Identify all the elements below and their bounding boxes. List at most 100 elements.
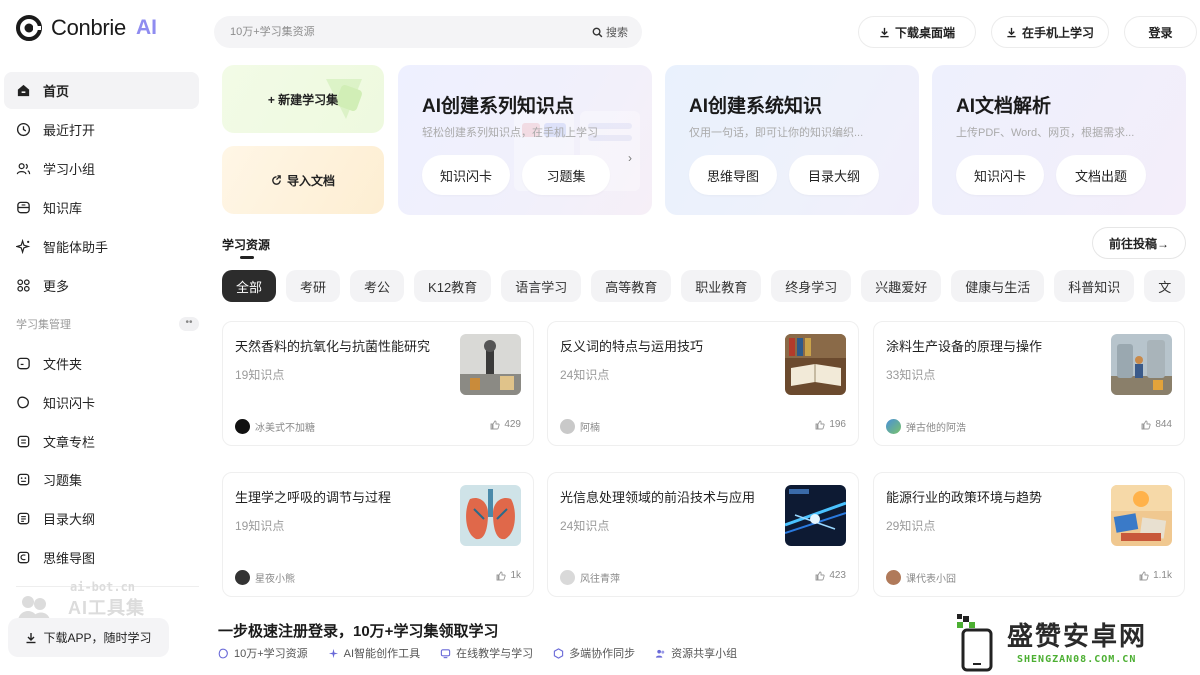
resource-author[interactable]: 风往青萍: [560, 570, 620, 585]
grid-icon: [17, 279, 30, 292]
nav-item-mindmap[interactable]: 思维导图: [4, 539, 199, 576]
resource-count: 19知识点: [235, 368, 285, 382]
go-post-button[interactable]: 前往投稿→: [1092, 227, 1186, 259]
flashcard-button[interactable]: 知识闪卡: [422, 155, 510, 195]
like-count: 423: [829, 570, 846, 581]
category-tab[interactable]: K12教育: [414, 270, 492, 302]
nav-item-more[interactable]: 更多: [4, 267, 199, 304]
resource-card[interactable]: 生理学之呼吸的调节与过程 19知识点 星夜小熊 1k: [222, 472, 534, 597]
users-icon: [16, 163, 31, 175]
download-icon: [880, 27, 889, 37]
promo-feature: 资源共享小组: [655, 645, 737, 661]
category-tab[interactable]: 健康与生活: [951, 270, 1045, 302]
sparkle-icon: [16, 239, 31, 254]
outline-button[interactable]: 目录大纲: [789, 155, 879, 195]
promo-feature-label: 多端协作同步: [569, 648, 636, 660]
section-more-button[interactable]: ••: [179, 317, 199, 331]
like-count: 1.1k: [1153, 570, 1172, 581]
download-icon: [1007, 27, 1016, 37]
nav-item-article[interactable]: 文章专栏: [4, 423, 199, 460]
download-desktop-button[interactable]: 下载桌面端: [858, 16, 976, 48]
resource-thumbnail: [1111, 485, 1172, 546]
resource-thumbnail: [460, 485, 521, 546]
category-tab[interactable]: 职业教育: [681, 270, 762, 302]
group-icon: [655, 649, 665, 658]
nav-item-knowledge-base[interactable]: 知识库: [4, 189, 199, 226]
category-tabs: 全部 考研 考公 K12教育 语言学习 高等教育 职业教育 终身学习 兴趣爱好 …: [222, 270, 1186, 302]
logo[interactable]: Conbrie AI: [15, 14, 157, 42]
resource-likes: 1k: [496, 570, 521, 581]
set-management-nav: 文件夹 知识闪卡 文章专栏 习题集 目录大纲 思维导图: [4, 345, 199, 578]
nav-item-agent[interactable]: 智能体助手: [4, 228, 199, 265]
category-tab[interactable]: 考研: [286, 270, 341, 302]
search-button[interactable]: 搜索: [592, 24, 628, 40]
feature-subtitle: 上传PDF、Word、网页，根据需求...: [956, 127, 1135, 139]
feature-card-system-knowledge[interactable]: AI创建系统知识 仅用一句话，即可让你的知识编织... 思维导图 目录大纲: [665, 65, 919, 215]
resource-card[interactable]: 光信息处理领域的前沿技术与应用 24知识点 风往青萍 423: [547, 472, 859, 597]
download-app-button[interactable]: 下载APP，随时学习: [8, 618, 169, 657]
category-tab[interactable]: 语言学习: [501, 270, 582, 302]
nav-label: 知识库: [43, 201, 83, 216]
doc-quiz-button[interactable]: 文档出题: [1056, 155, 1146, 195]
resource-author[interactable]: 冰美式不加糖: [235, 419, 315, 434]
mindmap-button[interactable]: 思维导图: [689, 155, 777, 195]
promo-feature: 10万+学习资源: [218, 645, 308, 661]
like-icon: [815, 420, 825, 429]
nav-item-quiz[interactable]: 习题集: [4, 461, 199, 498]
category-tab[interactable]: 科普知识: [1054, 270, 1135, 302]
nav-item-recent[interactable]: 最近打开: [4, 111, 199, 148]
main-nav: 首页 最近打开 学习小组 知识库 智能体助手 更多: [4, 72, 199, 306]
flashcard-button[interactable]: 知识闪卡: [956, 155, 1044, 195]
watermark-shengzan: 盛赞安卓网 SHENGZAN08.COM.CN: [955, 612, 1195, 672]
chevron-right-icon[interactable]: ›: [628, 151, 644, 175]
watermark-cn: 盛赞安卓网: [1007, 621, 1148, 651]
login-button[interactable]: 登录: [1124, 16, 1197, 48]
resource-count: 24知识点: [560, 368, 610, 382]
resources-title[interactable]: 学习资源: [222, 236, 270, 253]
resource-likes: 423: [815, 570, 846, 581]
logo-ai-badge: AI: [135, 16, 157, 39]
resource-card[interactable]: 能源行业的政策环境与趋势 29知识点 课代表小囧 1.1k: [873, 472, 1185, 597]
category-tab[interactable]: 高等教育: [591, 270, 672, 302]
nav-item-outline[interactable]: 目录大纲: [4, 500, 199, 537]
resource-icon: [218, 648, 228, 658]
category-tab-all[interactable]: 全部: [222, 270, 277, 302]
section-head-set-management: 学习集管理 ••: [16, 316, 199, 332]
outline-icon: [17, 512, 30, 525]
category-tab[interactable]: 兴趣爱好: [861, 270, 942, 302]
resource-author[interactable]: 课代表小囧: [886, 570, 956, 585]
resource-card[interactable]: 涂料生产设备的原理与操作 33知识点 弹古他的阿浩 844: [873, 321, 1185, 446]
import-document-card[interactable]: 导入文档: [222, 146, 384, 214]
download-app-label: 下载APP，随时学习: [43, 631, 152, 645]
avatar: [886, 419, 901, 434]
search-button-label: 搜索: [606, 27, 628, 39]
nav-item-home[interactable]: 首页: [4, 72, 199, 109]
resource-card[interactable]: 天然香料的抗氧化与抗菌性能研究 19知识点 冰美式不加糖 429: [222, 321, 534, 446]
resource-author[interactable]: 星夜小熊: [235, 570, 295, 585]
mobile-learn-button[interactable]: 在手机上学习: [991, 16, 1109, 48]
resource-thumbnail: [1111, 334, 1172, 395]
quiz-set-button[interactable]: 习题集: [522, 155, 610, 195]
promo-feature-label: 资源共享小组: [671, 648, 738, 660]
new-study-set-card[interactable]: + 新建学习集: [222, 65, 384, 133]
search-input[interactable]: [230, 26, 592, 38]
avatar: [560, 419, 575, 434]
resource-author[interactable]: 阿楠: [560, 419, 600, 434]
resource-author[interactable]: 弹古他的阿浩: [886, 419, 966, 434]
nav-item-folder[interactable]: 文件夹: [4, 345, 199, 382]
category-tab[interactable]: 考公: [350, 270, 405, 302]
category-tab[interactable]: 终身学习: [771, 270, 852, 302]
category-tab[interactable]: 文: [1144, 270, 1186, 302]
resource-title: 天然香料的抗氧化与抗菌性能研究: [235, 339, 431, 354]
sidebar: Conbrie AI 首页 最近打开 学习小组 知识库 智能体助手 更多 学习集: [0, 0, 205, 675]
resource-card[interactable]: 反义词的特点与运用技巧 24知识点 阿楠 196: [547, 321, 859, 446]
resource-title: 能源行业的政策环境与趋势: [886, 490, 1043, 505]
feature-card-document-parse[interactable]: AI文档解析 上传PDF、Word、网页，根据需求... 知识闪卡 文档出题: [932, 65, 1186, 215]
nav-item-flashcard[interactable]: 知识闪卡: [4, 384, 199, 421]
nav-label: 智能体助手: [43, 240, 109, 255]
feature-card-series-knowledge[interactable]: › AI创建系列知识点 轻松创建系列知识点，在手机上学习 知识闪卡 习题集: [398, 65, 652, 215]
nav-item-study-group[interactable]: 学习小组: [4, 150, 199, 187]
clock-icon: [16, 122, 31, 137]
avatar: [235, 419, 250, 434]
search-icon: [592, 27, 603, 37]
